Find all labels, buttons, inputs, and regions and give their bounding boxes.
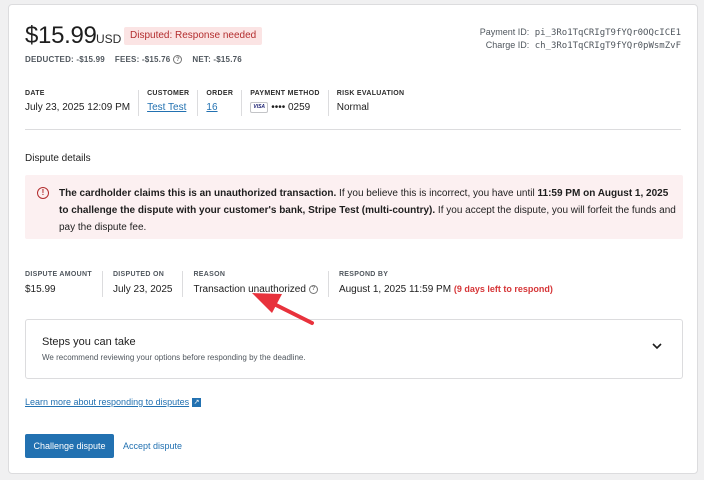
external-link-icon: ↗ (192, 398, 202, 408)
stat-dispute-amount: DISPUTE AMOUNT $15.99 (25, 271, 92, 295)
payment-details-card: $15.99 USD Disputed: Response needed DED… (8, 4, 698, 474)
steps-accordion[interactable]: Steps you can take We recommend reviewin… (25, 319, 683, 379)
help-icon[interactable]: ? (308, 284, 318, 294)
divider (25, 129, 681, 130)
help-icon[interactable]: ? (173, 55, 183, 65)
alert-text: The cardholder claims this is an unautho… (59, 188, 676, 233)
stat-disputed-on: DISPUTED ON July 23, 2025 (101, 271, 183, 297)
alert-icon: ! (37, 187, 49, 199)
stat-reason: REASON Transaction unauthorized? (182, 271, 327, 297)
deducted-amount: DEDUCTED: -$15.99 (25, 55, 105, 65)
dispute-alert: ! The cardholder claims this is an unaut… (25, 175, 683, 239)
meta-risk: RISK EVALUATION Normal (327, 90, 413, 116)
days-left-warning: (9 days left to respond) (453, 284, 553, 294)
chevron-down-icon[interactable] (652, 342, 662, 353)
charge-id-row: Charge ID: ch_3Ro1TqCRIgT9fYQr0pWsmZvF (485, 40, 681, 51)
dispute-details-title: Dispute details (25, 153, 91, 164)
fees-amount: FEES: -$15.76? (115, 55, 183, 65)
payment-currency: USD (96, 32, 122, 46)
net-amount: NET: -$15.76 (192, 55, 242, 65)
meta-date: DATE July 23, 2025 12:09 PM (25, 90, 131, 113)
steps-description: We recommend reviewing your options befo… (42, 353, 306, 362)
meta-customer: CUSTOMER Test Test (138, 90, 197, 116)
payment-ids: Payment ID: pi_3Ro1TqCRIgT9fYQr0OQcICE1 … (480, 26, 681, 52)
meta-order: ORDER 16 (197, 90, 241, 116)
payment-meta: DATE July 23, 2025 12:09 PM CUSTOMER Tes… (25, 90, 412, 116)
dispute-stats: DISPUTE AMOUNT $15.99 DISPUTED ON July 2… (25, 271, 563, 297)
accept-dispute-button[interactable]: Accept dispute (123, 434, 182, 458)
amount-summary: DEDUCTED: -$15.99 FEES: -$15.76? NET: -$… (25, 55, 242, 65)
meta-payment-method: PAYMENT METHOD VISA •••• 0259 (241, 90, 328, 116)
status-badge: Disputed: Response needed (124, 27, 263, 45)
payment-id-row: Payment ID: pi_3Ro1TqCRIgT9fYQr0OQcICE1 (479, 27, 681, 38)
customer-link[interactable]: Test Test (147, 102, 186, 113)
steps-title: Steps you can take (42, 336, 136, 348)
card-last4: •••• 0259 (271, 102, 311, 114)
payment-amount: $15.99 (25, 22, 97, 49)
order-link[interactable]: 16 (206, 102, 217, 113)
challenge-dispute-button[interactable]: Challenge dispute (25, 434, 114, 458)
learn-more-link[interactable]: Learn more about responding to disputes ↗ (25, 397, 202, 408)
visa-card-icon: VISA (250, 102, 269, 113)
stat-respond-by: RESPOND BY August 1, 2025 11:59 PM (9 da… (327, 271, 563, 297)
